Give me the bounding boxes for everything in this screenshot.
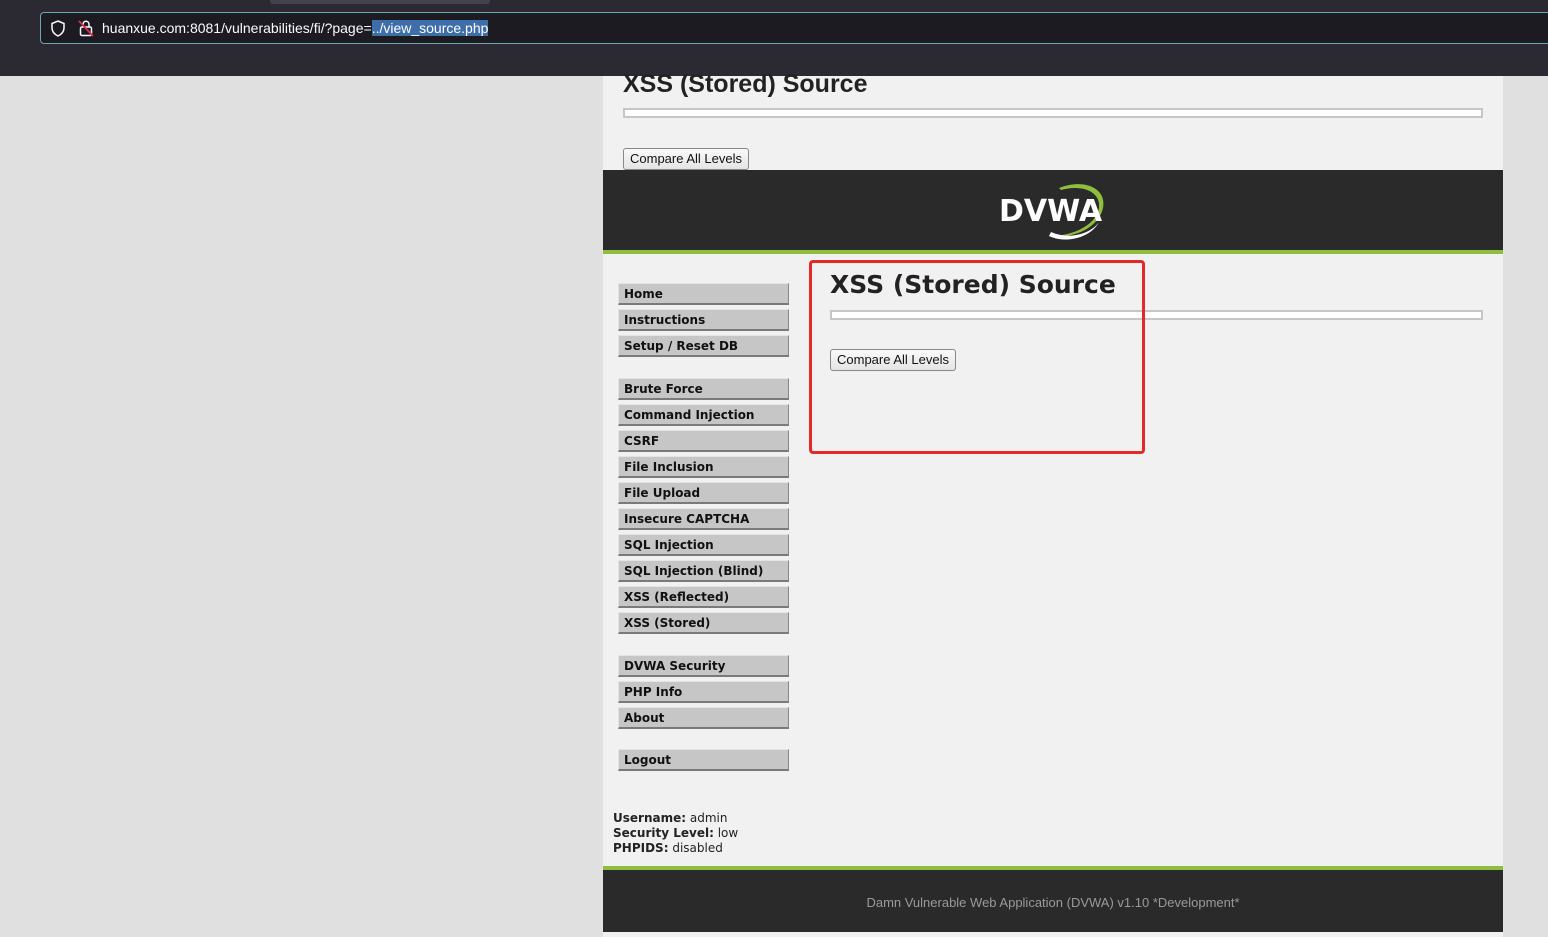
insecure-lock-icon[interactable] xyxy=(78,19,94,37)
url-text[interactable]: huanxue.com:8081/vulnerabilities/fi/?pag… xyxy=(102,20,489,36)
phpids-row: PHPIDS: disabled xyxy=(613,841,738,856)
footer-text: Damn Vulnerable Web Application (DVWA) v… xyxy=(866,895,1240,910)
page-title: XSS (Stored) Source xyxy=(830,270,1116,299)
menu-item-command-injection[interactable]: Command Injection xyxy=(618,404,789,426)
menu-item-xss-reflected[interactable]: XSS (Reflected) xyxy=(618,586,789,608)
url-selected-text: ../view_source.php xyxy=(371,20,489,36)
browser-tab[interactable] xyxy=(270,0,490,4)
logo-text: DVWA xyxy=(999,194,1103,229)
menu-item-dvwa-security[interactable]: DVWA Security xyxy=(618,655,789,677)
menu-item-brute-force[interactable]: Brute Force xyxy=(618,378,789,400)
menu-item-instructions[interactable]: Instructions xyxy=(618,309,789,331)
user-info: Username: admin Security Level: low PHPI… xyxy=(613,811,738,856)
security-level-label: Security Level: xyxy=(613,826,714,840)
menu-item-csrf[interactable]: CSRF xyxy=(618,430,789,452)
menu-item-insecure-captcha[interactable]: Insecure CAPTCHA xyxy=(618,508,789,530)
menu-item-file-inclusion[interactable]: File Inclusion xyxy=(618,456,789,478)
compare-all-levels-button[interactable]: Compare All Levels xyxy=(830,349,956,371)
outer-page-title: XSS (Stored) Source xyxy=(623,70,868,98)
username-value: admin xyxy=(689,811,728,825)
source-area xyxy=(830,310,1483,320)
menu-item-sql-injection-blind[interactable]: SQL Injection (Blind) xyxy=(618,560,789,582)
phpids-value: disabled xyxy=(672,841,723,855)
menu-item-home[interactable]: Home xyxy=(618,283,789,305)
dvwa-header: DVWA xyxy=(603,170,1503,254)
url-prefix: huanxue.com:8081/vulnerabilities/fi/?pag… xyxy=(102,20,372,36)
menu-item-about[interactable]: About xyxy=(618,707,789,729)
security-level-row: Security Level: low xyxy=(613,826,738,841)
menu-item-php-info[interactable]: PHP Info xyxy=(618,681,789,703)
menu-item-logout[interactable]: Logout xyxy=(618,749,789,771)
dvwa-footer: Damn Vulnerable Web Application (DVWA) v… xyxy=(603,866,1503,932)
menu-item-xss-stored[interactable]: XSS (Stored) xyxy=(618,612,789,634)
browser-toolbar: huanxue.com:8081/vulnerabilities/fi/?pag… xyxy=(0,0,1548,76)
phpids-label: PHPIDS: xyxy=(613,841,669,855)
username-row: Username: admin xyxy=(613,811,738,826)
username-label: Username: xyxy=(613,811,687,825)
menu-item-sql-injection[interactable]: SQL Injection xyxy=(618,534,789,556)
outer-source-area xyxy=(623,108,1483,118)
shield-icon[interactable] xyxy=(50,20,66,37)
security-level-value: low xyxy=(717,826,739,840)
dvwa-logo[interactable]: DVWA xyxy=(999,178,1109,242)
menu-item-setup-reset-db[interactable]: Setup / Reset DB xyxy=(618,335,789,357)
outer-compare-all-levels-button[interactable]: Compare All Levels xyxy=(623,148,749,170)
dvwa-page: XSS (Stored) Source Compare All Levels D… xyxy=(603,70,1503,937)
menu-item-file-upload[interactable]: File Upload xyxy=(618,482,789,504)
address-bar[interactable]: huanxue.com:8081/vulnerabilities/fi/?pag… xyxy=(40,12,1548,44)
